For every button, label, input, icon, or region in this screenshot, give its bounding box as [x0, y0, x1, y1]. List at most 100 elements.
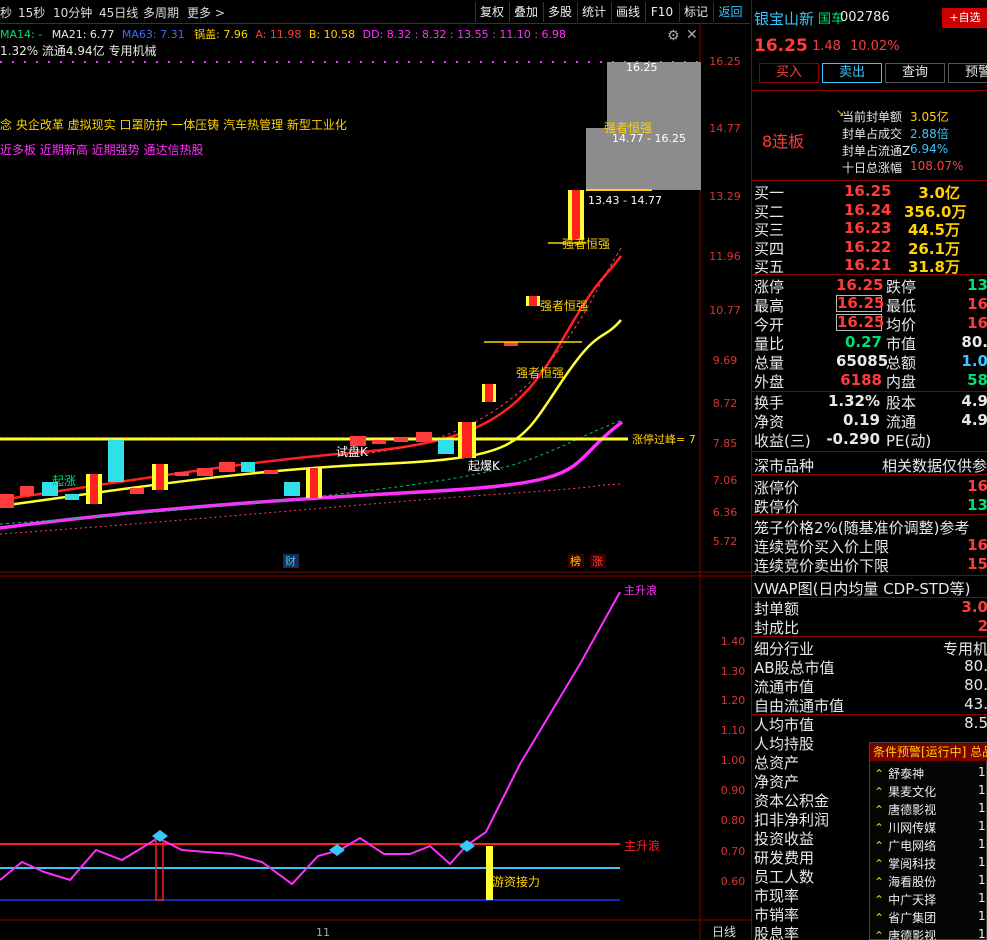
top-wave-label: 主升浪	[624, 583, 657, 597]
statistics-button[interactable]: 统计	[577, 2, 610, 22]
price-change-pct: 10.02%	[850, 39, 900, 54]
period-label: 日线	[712, 925, 736, 939]
seal-label: 当前封单额	[842, 110, 903, 124]
fin-value	[957, 430, 987, 449]
bid-price: 16.23	[844, 219, 892, 237]
profile-value: 80.	[964, 657, 987, 675]
kline-chart[interactable]: 14.77 - 16.25 16.25 13.43 - 14.77 涨停过峰= …	[0, 24, 751, 940]
restore-right-button[interactable]: 复权	[475, 2, 508, 22]
cage-price-title: 笼子价格2%(随基准价调整)参考	[754, 519, 970, 537]
quote-label: 跌停	[886, 278, 917, 296]
quote-value: 16.25	[836, 276, 884, 294]
period-multi[interactable]: 多周期	[143, 4, 179, 21]
profile-label: 股息率	[754, 925, 800, 940]
alert-stock-name: 川网传媒	[888, 821, 937, 835]
profile-label: 扣非净利润	[754, 811, 830, 829]
alert-title[interactable]: 条件预警[运行中] 总品	[870, 743, 987, 761]
multi-stock-button[interactable]: 多股	[543, 2, 576, 22]
fin-value: 4.9	[961, 411, 987, 429]
quote-value: 1.0	[961, 352, 987, 370]
bid-label: 买四	[754, 239, 785, 258]
profile-label: 资本公积金	[754, 792, 830, 810]
pointer-icon: ↘	[836, 108, 845, 119]
osc-tick: 0.70	[720, 845, 746, 858]
vwap-title[interactable]: VWAP图(日内均量 CDP-STD等)	[754, 578, 970, 598]
profile-label: 细分行业	[754, 640, 815, 658]
fin-value: -0.290	[826, 430, 880, 448]
alert-stock-name: 中广天择	[888, 893, 937, 907]
fin-value: 4.9	[961, 392, 987, 410]
price-tick: 7.85	[712, 437, 738, 450]
alert-item[interactable]: ⌃ 唐德影视 1	[874, 801, 986, 818]
limit-label: 涨停价	[754, 479, 800, 497]
condition-alert-window[interactable]: 条件预警[运行中] 总品 ⌃ 舒泰神 1 ⌃ 果麦文化 1 ⌃ 唐德影视 1 ⌃ 川网传媒 1 ⌃ 广电网…	[869, 742, 987, 940]
alert-item[interactable]: ⌃ 中广天择 1	[874, 891, 986, 908]
price-tick: 11.96	[709, 250, 741, 263]
query-button[interactable]: 查询	[885, 63, 945, 83]
quote-label: 最高	[754, 297, 785, 315]
alert-stock-name: 广电网络	[888, 839, 937, 853]
overlay-button[interactable]: 叠加	[509, 2, 542, 22]
alert-item[interactable]: ⌃ 海看股份 1	[874, 873, 986, 890]
limit-value: 16	[967, 477, 987, 495]
f10-button[interactable]: F10	[645, 2, 678, 22]
price-tick: 7.06	[712, 474, 738, 487]
chevron-up-icon: ⌃	[874, 767, 885, 781]
price-tick: 16.25	[709, 55, 741, 68]
price-tick: 8.72	[712, 397, 738, 410]
alert-item[interactable]: ⌃ 广电网络 1	[874, 837, 986, 854]
explode-k-label: 起爆K	[468, 459, 501, 473]
alert-count: 1	[978, 801, 986, 815]
fin-value: 1.32%	[827, 392, 880, 410]
quote-label: 均价	[886, 316, 917, 334]
period-15s[interactable]: 15秒	[18, 4, 45, 21]
alert-count: 1	[978, 819, 986, 833]
back-button[interactable]: 返回	[713, 2, 747, 22]
sell-button[interactable]: 卖出	[822, 63, 882, 83]
bid-volume: 44.5万	[907, 221, 960, 239]
profile-label: AB股总市值	[754, 659, 835, 677]
quote-value: 0.27	[844, 333, 882, 351]
alert-item[interactable]: ⌃ 掌阅科技 1	[874, 855, 986, 872]
alert-item[interactable]: ⌃ 川网传媒 1	[874, 819, 986, 836]
alert-stock-name: 唐德影视	[888, 803, 937, 817]
chevron-up-icon: ⌃	[874, 857, 885, 871]
period-sec[interactable]: 秒	[0, 4, 12, 21]
mark-button[interactable]: 标记	[679, 2, 712, 22]
draw-line-button[interactable]: 画线	[611, 2, 644, 22]
alert-item[interactable]: ⌃ 舒泰神 1	[874, 765, 986, 782]
chevron-up-icon: ⌃	[874, 803, 885, 817]
quote-label: 总额	[886, 354, 917, 372]
profile-label: 人均持股	[754, 735, 815, 753]
chevron-up-icon: ⌃	[874, 875, 885, 889]
strong-label-1: 强者恒强	[516, 366, 564, 380]
alert-item[interactable]: ⌃ 省广集团 1	[874, 909, 986, 926]
period-45day[interactable]: 45日线	[99, 4, 138, 21]
period-10min[interactable]: 10分钟	[53, 4, 92, 21]
fin-value: 0.19	[842, 411, 880, 429]
period-more[interactable]: 更多 >	[187, 4, 225, 21]
main-wave-label: 主升浪	[624, 838, 660, 853]
alert-item[interactable]: ⌃ 唐德影视 1	[874, 927, 986, 940]
bid-volume: 3.0亿	[918, 184, 960, 202]
bid-price: 16.25	[844, 182, 892, 200]
auction-label: 连续竞价卖出价下限	[754, 557, 890, 575]
quote-value: 6188	[840, 371, 882, 389]
price-tick: 14.77	[709, 122, 741, 135]
add-favorite-button[interactable]: +自选	[942, 8, 987, 28]
alert-item[interactable]: ⌃ 果麦文化 1	[874, 783, 986, 800]
buy-button[interactable]: 买入	[759, 63, 819, 83]
profile-value: 8.5	[964, 714, 987, 732]
alert-count: 1	[978, 927, 986, 940]
chevron-up-icon: ⌃	[874, 839, 885, 853]
strong-label-4: 强者恒强	[604, 121, 652, 135]
alert-count: 1	[978, 855, 986, 869]
alert-button[interactable]: 预警	[948, 63, 987, 83]
auction-value: 16	[967, 536, 987, 554]
date-label: 11	[316, 926, 330, 939]
bid-price: 16.22	[844, 237, 892, 256]
limit-peak-label: 涨停过峰= 7	[632, 432, 696, 446]
seal-amount-value: 2	[977, 617, 987, 635]
osc-tick: 1.00	[720, 754, 746, 767]
osc-tick: 0.60	[720, 875, 746, 888]
